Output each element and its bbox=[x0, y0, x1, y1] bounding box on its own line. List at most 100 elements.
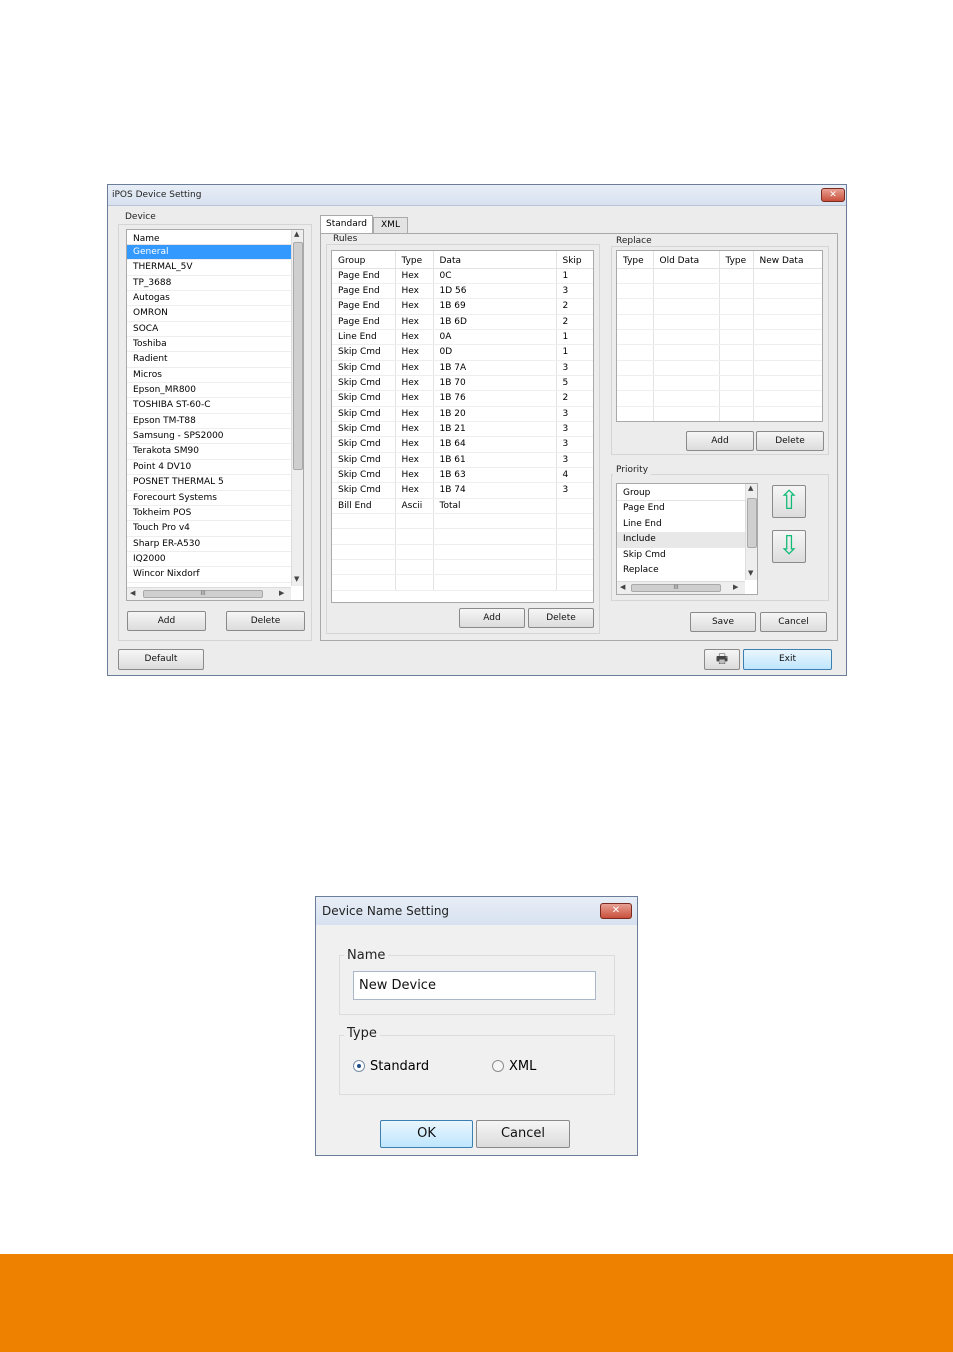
rules-row[interactable]: Skip Cmd Hex 1B 61 3 bbox=[332, 452, 593, 468]
priority-list-item[interactable]: Include bbox=[617, 532, 745, 548]
rules-row[interactable]: Skip Cmd Hex 1B 70 5 bbox=[332, 375, 593, 392]
device-list-item[interactable]: General bbox=[127, 245, 291, 261]
device-list-item[interactable]: TP_3688 bbox=[127, 276, 291, 292]
arrow-down-icon: ⇩ bbox=[778, 531, 800, 561]
device-list-item[interactable]: Samsung - SPS2000 bbox=[127, 429, 291, 445]
device-list-item[interactable]: SOCA bbox=[127, 322, 291, 338]
replace-cell bbox=[719, 344, 754, 361]
exit-button[interactable]: Exit bbox=[743, 649, 832, 670]
scroll-left-arrow-icon[interactable]: ◀ bbox=[620, 583, 625, 591]
priority-list[interactable]: Group Page End Line End Include Skip Cmd Rep… bbox=[616, 483, 758, 595]
scroll-left-arrow-icon[interactable]: ◀ bbox=[130, 589, 135, 597]
tab-standard[interactable]: Standard bbox=[320, 215, 373, 234]
device-list-vscrollbar[interactable]: ▲ ▼ bbox=[291, 230, 303, 586]
rules-cell: 3 bbox=[556, 283, 593, 300]
rules-column-header[interactable]: Group bbox=[332, 251, 396, 269]
device-list-item[interactable]: IQ2000 bbox=[127, 552, 291, 568]
rules-add-button[interactable]: Add bbox=[459, 608, 525, 628]
rules-table[interactable]: Group Type Data Skip Page End Hex 0C 1 Page End… bbox=[331, 250, 594, 603]
priority-up-button[interactable]: ⇧ bbox=[772, 485, 806, 518]
rules-delete-button[interactable]: Delete bbox=[528, 608, 594, 628]
rules-row[interactable]: Skip Cmd Hex 1B 20 3 bbox=[332, 406, 593, 422]
device-list-item[interactable]: Epson TM-T88 bbox=[127, 414, 291, 430]
rules-column-header[interactable]: Skip bbox=[556, 251, 593, 269]
device-add-button[interactable]: Add bbox=[127, 611, 206, 631]
rules-column-header[interactable]: Type bbox=[395, 251, 434, 269]
rules-row[interactable]: Line End Hex 0A 1 bbox=[332, 329, 593, 346]
rules-row[interactable]: Skip Cmd Hex 1B 76 2 bbox=[332, 390, 593, 407]
rules-cell: Hex bbox=[395, 344, 434, 361]
print-button[interactable]: 🖶 bbox=[704, 649, 740, 670]
rules-row[interactable]: Skip Cmd Hex 0D 1 bbox=[332, 344, 593, 361]
device-list-scroll-thumb[interactable] bbox=[293, 242, 303, 470]
device-delete-button[interactable]: Delete bbox=[226, 611, 305, 631]
replace-cell bbox=[719, 375, 754, 392]
device-list-item[interactable]: Epson_MR800 bbox=[127, 383, 291, 399]
rules-row[interactable]: Page End Hex 1D 56 3 bbox=[332, 283, 593, 300]
scroll-up-arrow-icon[interactable]: ▲ bbox=[294, 230, 299, 238]
replace-add-button[interactable]: Add bbox=[686, 431, 754, 451]
priority-list-item[interactable]: Replace bbox=[617, 563, 745, 579]
rules-row[interactable]: Bill End Ascii Total bbox=[332, 498, 593, 515]
replace-table[interactable]: Type Old Data Type New Data bbox=[616, 250, 823, 422]
rules-cell: 1D 56 bbox=[433, 283, 557, 300]
priority-scroll-thumb[interactable] bbox=[747, 498, 757, 548]
replace-column-header[interactable]: Type bbox=[617, 251, 654, 269]
priority-list-item[interactable]: Line End bbox=[617, 517, 745, 533]
priority-list-item[interactable]: Page End bbox=[617, 501, 745, 517]
scroll-right-arrow-icon[interactable]: ▶ bbox=[733, 583, 738, 591]
rules-cell: 1B 64 bbox=[433, 436, 557, 453]
device-list-item[interactable]: Sharp ER-A530 bbox=[127, 537, 291, 552]
device-list-item[interactable]: Tokheim POS bbox=[127, 506, 291, 522]
priority-vscrollbar[interactable]: ▲ ▼ bbox=[745, 484, 757, 580]
scroll-down-arrow-icon[interactable]: ▼ bbox=[294, 575, 299, 583]
default-button[interactable]: Default bbox=[118, 649, 204, 670]
device-list-item[interactable]: Touch Pro v4 bbox=[127, 521, 291, 537]
rules-row[interactable]: Skip Cmd Hex 1B 7A 3 bbox=[332, 360, 593, 376]
device-list-item[interactable]: TOSHIBA ST-60-C bbox=[127, 398, 291, 414]
scroll-down-arrow-icon[interactable]: ▼ bbox=[748, 569, 753, 577]
rules-row[interactable]: Skip Cmd Hex 1B 63 4 bbox=[332, 467, 593, 484]
scroll-right-arrow-icon[interactable]: ▶ bbox=[279, 589, 284, 597]
scroll-up-arrow-icon[interactable]: ▲ bbox=[748, 484, 753, 492]
device-list-item[interactable]: Wincor Nixdorf bbox=[127, 567, 291, 583]
device-list-item[interactable]: OMRON bbox=[127, 306, 291, 322]
replace-column-header[interactable]: Old Data bbox=[653, 251, 720, 269]
priority-down-button[interactable]: ⇩ bbox=[772, 530, 806, 563]
priority-hscroll-thumb[interactable]: III bbox=[631, 584, 721, 592]
device-list-item[interactable]: Micros bbox=[127, 368, 291, 384]
rules-row[interactable]: Page End Hex 1B 6D 2 bbox=[332, 314, 593, 330]
priority-list-item[interactable]: Skip Cmd bbox=[617, 548, 745, 564]
tab-xml[interactable]: XML bbox=[373, 217, 408, 234]
dialog-close-button[interactable]: ✕ bbox=[600, 903, 632, 919]
rules-row[interactable]: Skip Cmd Hex 1B 74 3 bbox=[332, 482, 593, 499]
replace-column-header[interactable]: Type bbox=[719, 251, 754, 269]
rules-row[interactable]: Skip Cmd Hex 1B 64 3 bbox=[332, 436, 593, 453]
cancel-button[interactable]: Cancel bbox=[760, 612, 827, 632]
save-button[interactable]: Save bbox=[690, 612, 756, 632]
device-list-item[interactable]: Autogas bbox=[127, 291, 291, 307]
device-list-hscroll-thumb[interactable]: III bbox=[143, 590, 263, 598]
device-list-item[interactable]: THERMAL_5V bbox=[127, 260, 291, 276]
device-list-item[interactable]: Toshiba bbox=[127, 337, 291, 353]
replace-header-row: Type Old Data Type New Data bbox=[617, 251, 822, 269]
rules-row[interactable]: Page End Hex 0C 1 bbox=[332, 268, 593, 284]
device-list-item[interactable]: POSNET THERMAL 5 bbox=[127, 475, 291, 491]
rules-row[interactable]: Skip Cmd Hex 1B 21 3 bbox=[332, 421, 593, 438]
priority-hscrollbar[interactable]: ◀ III ▶ bbox=[617, 581, 745, 594]
replace-delete-button[interactable]: Delete bbox=[756, 431, 824, 451]
rules-column-header[interactable]: Data bbox=[433, 251, 557, 269]
dialog-cancel-button[interactable]: Cancel bbox=[476, 1120, 570, 1148]
device-list-item[interactable]: Point 4 DV10 bbox=[127, 460, 291, 476]
device-list-item[interactable]: Forecourt Systems bbox=[127, 491, 291, 506]
rules-row[interactable]: Page End Hex 1B 69 2 bbox=[332, 298, 593, 315]
device-list-item[interactable]: Terakota SM90 bbox=[127, 444, 291, 460]
ok-button[interactable]: OK bbox=[380, 1120, 473, 1148]
device-list[interactable]: Name General THERMAL_5V TP_3688 Autogas OMRON… bbox=[126, 229, 304, 601]
device-list-hscrollbar[interactable]: ◀ III ▶ bbox=[127, 587, 291, 600]
device-list-item[interactable]: Radient bbox=[127, 352, 291, 368]
device-name-input[interactable] bbox=[353, 971, 596, 1000]
close-button[interactable]: ✕ bbox=[821, 188, 845, 202]
replace-column-header[interactable]: New Data bbox=[753, 251, 822, 269]
radio-unselected-icon bbox=[492, 1060, 504, 1072]
